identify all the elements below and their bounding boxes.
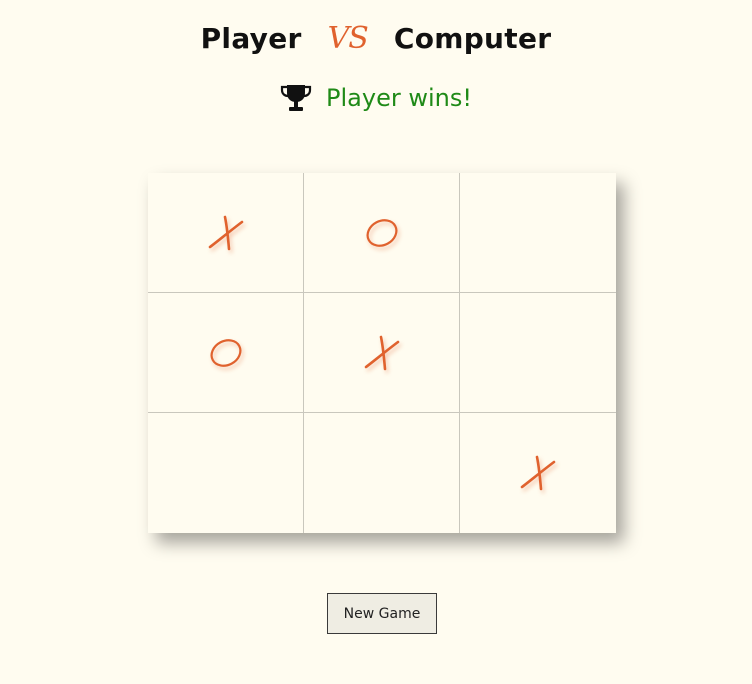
x-mark-icon — [208, 215, 243, 250]
game-status: Player wins! — [0, 80, 752, 116]
board-cell-2-2[interactable] — [460, 413, 616, 533]
vs-label: VS — [327, 20, 369, 56]
board-cell-0-1[interactable] — [304, 173, 460, 293]
board-cell-1-0[interactable] — [148, 293, 304, 413]
board-cell-2-0[interactable] — [148, 413, 304, 533]
board-cell-1-1[interactable] — [304, 293, 460, 413]
x-mark-icon — [520, 455, 556, 491]
board-cell-2-1[interactable] — [304, 413, 460, 533]
new-game-button[interactable]: New Game — [327, 593, 437, 634]
status-text: Player wins! — [326, 84, 472, 112]
board-cell-0-2[interactable] — [460, 173, 616, 293]
board-cell-1-2[interactable] — [460, 293, 616, 413]
x-mark-icon — [364, 335, 399, 370]
opponent-name: Computer — [393, 21, 552, 55]
o-mark-icon — [366, 218, 397, 247]
match-header: Player VS Computer — [0, 16, 752, 60]
o-mark-icon — [210, 338, 241, 367]
board-cell-0-0[interactable] — [148, 173, 304, 293]
game-board — [148, 173, 616, 533]
player-name: Player — [200, 21, 302, 55]
trophy-icon — [280, 83, 312, 113]
